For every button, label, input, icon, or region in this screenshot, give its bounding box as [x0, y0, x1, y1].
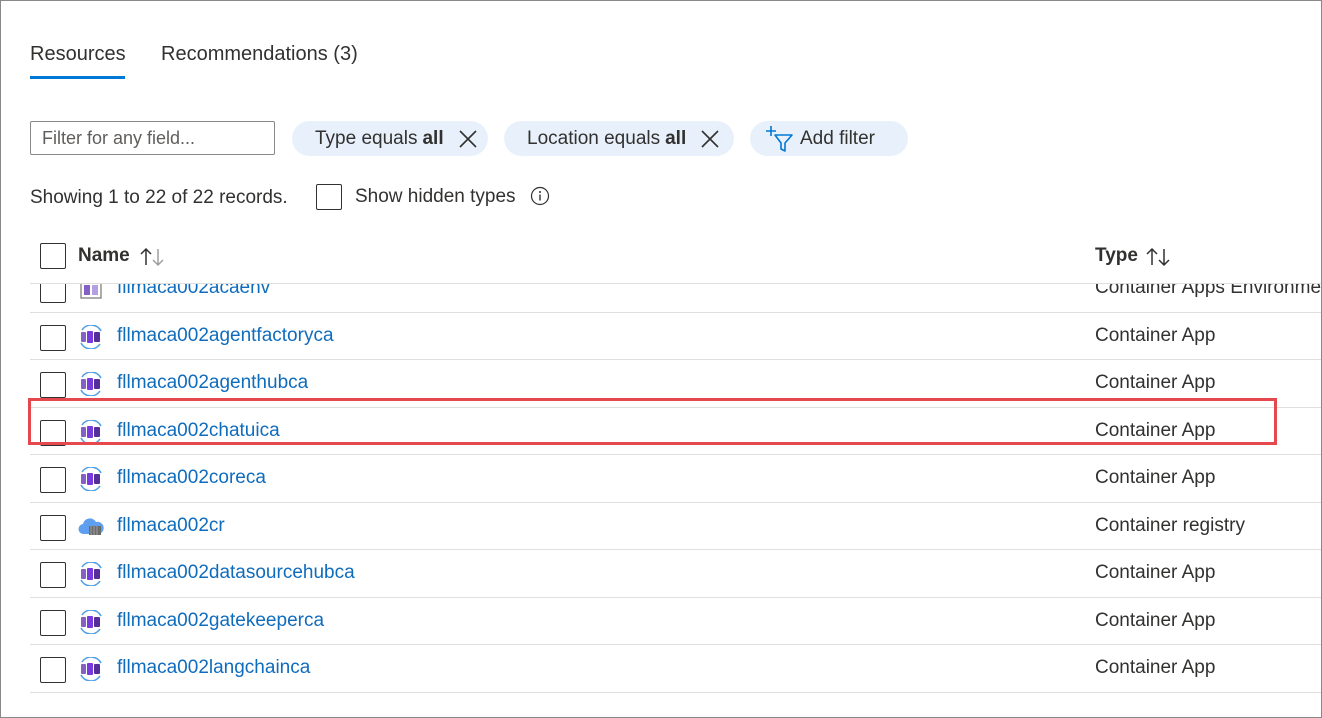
resource-name-link[interactable]: fllmaca002agenthubca [117, 372, 308, 394]
resource-name-link[interactable]: fllmaca002coreca [117, 467, 266, 489]
resource-name-link[interactable]: fllmaca002agentfactoryca [117, 325, 334, 347]
table-row[interactable]: fllmaca002agentfactoryca Container App [30, 313, 1321, 360]
row-checkbox[interactable] [40, 284, 66, 303]
add-filter-button[interactable]: Add filter [750, 121, 908, 156]
tab-recommendations[interactable]: Recommendations (3) [161, 41, 358, 67]
table-row[interactable]: fllmaca002langchainca Container App [30, 645, 1321, 693]
container-apps-environment-icon [80, 284, 102, 299]
column-header-name[interactable]: Name [78, 245, 130, 267]
table-row[interactable]: fllmaca002cr Container registry [30, 503, 1321, 550]
container-app-icon [80, 419, 102, 444]
active-tab-underline [30, 76, 125, 79]
row-checkbox[interactable] [40, 657, 66, 683]
location-filter-pill[interactable]: Location equals all [504, 121, 734, 156]
show-hidden-types-label[interactable]: Show hidden types [355, 184, 516, 210]
table-row[interactable]: fllmaca002promptcaContainer App [30, 693, 1321, 705]
add-filter-label: Add filter [800, 127, 875, 149]
table-row[interactable]: fllmaca002coreca Container App [30, 455, 1321, 503]
table-header: Name Type [30, 233, 1321, 284]
resource-name-link[interactable]: fllmaca002datasourcehubca [117, 562, 355, 584]
close-icon[interactable] [456, 127, 480, 151]
resource-type: Container App [1095, 609, 1216, 631]
type-filter-pill[interactable]: Type equals all [292, 121, 488, 156]
resource-type: Container App [1095, 419, 1216, 441]
row-checkbox[interactable] [40, 372, 66, 398]
resource-type: Container Apps Environment [1095, 284, 1322, 298]
resource-name-link[interactable]: fllmaca002acaenv [117, 284, 270, 299]
container-app-icon [80, 657, 102, 681]
resource-name-link[interactable]: fllmaca002chatuica [117, 420, 280, 442]
resource-type: Container App [1095, 372, 1216, 393]
resource-type: Container App [1095, 562, 1216, 583]
row-checkbox[interactable] [40, 562, 66, 588]
resource-type: Container App [1095, 467, 1216, 488]
table-row[interactable]: fllmaca002agenthubca Container App [30, 360, 1321, 408]
resource-type: Container registry [1095, 514, 1245, 536]
row-checkbox[interactable] [40, 514, 66, 541]
container-registry-icon [78, 517, 104, 535]
column-header-type[interactable]: Type [1095, 245, 1138, 267]
container-app-icon [80, 324, 102, 349]
container-app-icon [80, 467, 102, 491]
table-row[interactable]: fllmaca002acaenv Container Apps Environme… [30, 284, 1322, 313]
table-row[interactable]: fllmaca002chatuica Container App [30, 408, 1321, 455]
tab-resources[interactable]: Resources [30, 41, 126, 67]
table-row[interactable]: fllmaca002datasourcehubca Container App [30, 550, 1321, 598]
records-count: Showing 1 to 22 of 22 records. [30, 187, 288, 208]
row-checkbox[interactable] [40, 419, 66, 446]
select-all-checkbox[interactable] [40, 243, 66, 269]
location-filter-label: Location equals all [527, 127, 687, 149]
resource-list[interactable]: fllmaca002acaenv Container Apps Environme… [30, 284, 1322, 705]
info-icon[interactable] [530, 186, 550, 206]
container-app-icon [80, 562, 102, 586]
row-checkbox[interactable] [40, 324, 66, 351]
sort-icon[interactable] [1144, 245, 1172, 269]
resource-name-link[interactable]: fllmaca002cr [117, 515, 225, 537]
sort-icon[interactable] [138, 245, 166, 269]
filter-input[interactable] [30, 121, 275, 155]
type-filter-label: Type equals all [315, 127, 444, 149]
show-hidden-types-checkbox[interactable] [316, 184, 342, 210]
resource-name-link[interactable]: fllmaca002gatekeeperca [117, 610, 324, 632]
row-checkbox[interactable] [40, 467, 66, 493]
resources-panel: Resources Recommendations (3) Type equal… [0, 0, 1322, 718]
resource-type: Container App [1095, 324, 1216, 346]
add-filter-icon [766, 125, 793, 152]
container-app-icon [80, 372, 102, 396]
resource-type: Container App [1095, 657, 1216, 678]
row-checkbox[interactable] [40, 609, 66, 636]
resource-name-link[interactable]: fllmaca002langchainca [117, 657, 310, 679]
close-icon[interactable] [698, 127, 722, 151]
table-row[interactable]: fllmaca002gatekeeperca Container App [30, 598, 1321, 645]
container-app-icon [80, 609, 102, 634]
